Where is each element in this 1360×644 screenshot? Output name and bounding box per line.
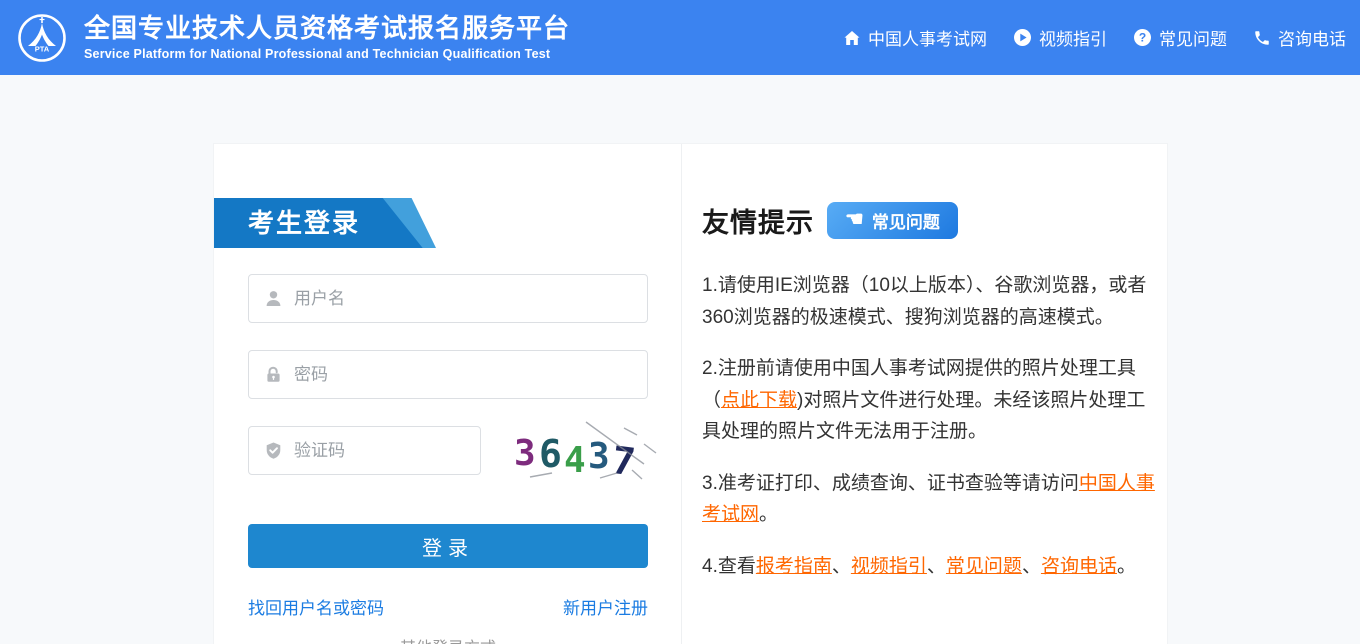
username-input[interactable] <box>294 289 635 309</box>
captcha-input[interactable] <box>294 441 468 461</box>
play-icon <box>1013 28 1032 47</box>
faq-button-label: 常见问题 <box>872 208 940 233</box>
tip-item: 2.注册前请使用中国人事考试网提供的照片处理工具（点此下载)对照片文件进行处理。… <box>702 353 1156 448</box>
tip-item: 4.查看报考指南、视频指引、常见问题、咨询电话。 <box>702 551 1156 583</box>
column-divider <box>681 144 682 644</box>
login-button[interactable]: 登录 <box>248 524 648 568</box>
password-field-wrapper <box>248 350 648 399</box>
phone-icon <box>1253 29 1271 47</box>
logo-text: PTA <box>35 44 50 53</box>
login-panel-banner: 考生登录 <box>214 198 436 248</box>
tip-item: 1.请使用IE浏览器（10以上版本）、谷歌浏览器，或者360浏览器的极速模式、搜… <box>702 270 1156 333</box>
page-subtitle: Service Platform for National Profession… <box>84 47 570 61</box>
captcha-digit: 6 <box>539 432 562 476</box>
login-panel: 考生登录 <box>214 144 681 644</box>
password-input[interactable] <box>294 365 635 385</box>
home-icon <box>843 29 861 47</box>
login-panel-title: 考生登录 <box>248 198 360 248</box>
page-body: 考生登录 <box>0 75 1360 644</box>
username-field-wrapper <box>248 274 648 323</box>
tip-item: 3.准考证打印、成绩查询、证书查验等请访问中国人事考试网。 <box>702 468 1156 531</box>
captcha-field-wrapper <box>248 426 481 475</box>
captcha-image[interactable]: 3 6 4 3 7 <box>504 418 659 482</box>
nav-item-faq[interactable]: ? 常见问题 <box>1133 25 1227 50</box>
captcha-digit: 3 <box>588 436 610 477</box>
pointing-hand-icon: ☚ <box>845 209 864 230</box>
pta-logo: PTA <box>16 12 68 64</box>
captcha-digit: 3 <box>514 433 536 474</box>
lock-icon <box>264 365 283 384</box>
tip-link[interactable]: 报考指南 <box>756 556 832 577</box>
nav-label: 中国人事考试网 <box>868 25 987 50</box>
question-icon: ? <box>1133 28 1152 47</box>
captcha-digit: 4 <box>564 440 586 481</box>
tips-header: 友情提示 ☚ 常见问题 <box>702 201 1156 240</box>
tip-link[interactable]: 常见问题 <box>946 556 1022 577</box>
header-nav: 中国人事考试网 视频指引 ? 常见问题 咨询电话 <box>843 25 1346 50</box>
tips-panel: 友情提示 ☚ 常见问题 1.请使用IE浏览器（10以上版本）、谷歌浏览器，或者3… <box>702 144 1156 602</box>
tips-heading: 友情提示 <box>702 201 814 240</box>
nav-label: 常见问题 <box>1159 25 1227 50</box>
nav-label: 咨询电话 <box>1278 25 1346 50</box>
tips-list: 1.请使用IE浏览器（10以上版本）、谷歌浏览器，或者360浏览器的极速模式、搜… <box>702 270 1156 582</box>
nav-label: 视频指引 <box>1039 25 1107 50</box>
tip-link[interactable]: 中国人事考试网 <box>702 473 1155 526</box>
register-link[interactable]: 新用户注册 <box>563 594 648 619</box>
tip-link[interactable]: 点此下载 <box>721 390 797 411</box>
login-links-row: 找回用户名或密码 新用户注册 <box>248 594 648 619</box>
shield-check-icon <box>264 441 283 460</box>
forgot-credentials-link[interactable]: 找回用户名或密码 <box>248 594 384 619</box>
other-login-label: 其他登录方式 <box>248 634 648 644</box>
page-title: 全国专业技术人员资格考试报名服务平台 <box>84 14 570 44</box>
svg-text:?: ? <box>1139 31 1146 45</box>
user-icon <box>264 289 283 308</box>
nav-item-china-personnel-exam-net[interactable]: 中国人事考试网 <box>843 25 987 50</box>
content-card: 考生登录 <box>213 143 1168 644</box>
faq-button[interactable]: ☚ 常见问题 <box>827 202 958 239</box>
nav-item-video-guide[interactable]: 视频指引 <box>1013 25 1107 50</box>
tip-link[interactable]: 咨询电话 <box>1041 556 1117 577</box>
tip-link[interactable]: 视频指引 <box>851 556 927 577</box>
nav-item-phone[interactable]: 咨询电话 <box>1253 25 1346 50</box>
brand: PTA 全国专业技术人员资格考试报名服务平台 Service Platform … <box>16 12 570 64</box>
header-titles: 全国专业技术人员资格考试报名服务平台 Service Platform for … <box>84 14 570 62</box>
app-header: PTA 全国专业技术人员资格考试报名服务平台 Service Platform … <box>0 0 1360 75</box>
